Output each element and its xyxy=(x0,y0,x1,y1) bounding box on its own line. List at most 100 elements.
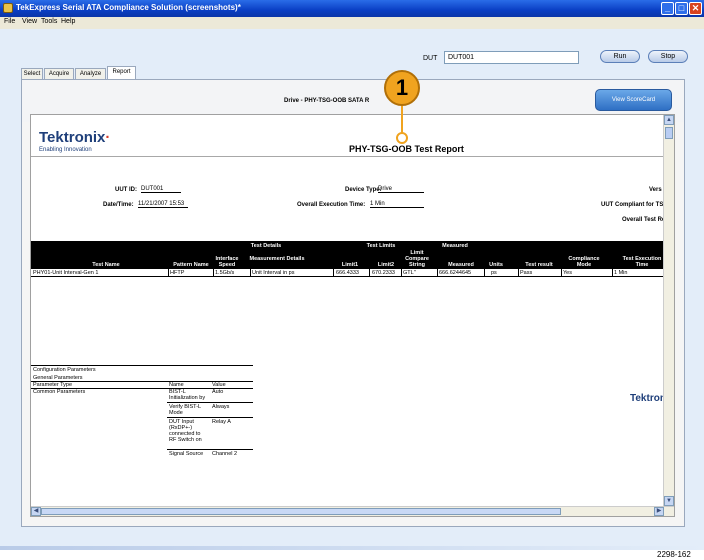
cell-units: ps xyxy=(491,270,497,276)
dut-input[interactable]: DUT001 xyxy=(444,51,579,64)
config-name: Signal Source xyxy=(169,451,204,457)
figure-number: 2298-162 xyxy=(657,550,691,559)
menu-help[interactable]: Help xyxy=(61,18,75,25)
cell-test-name: PHY01-Unit Interval-Gen 1 xyxy=(33,270,99,276)
cell-compare-string: GTL" xyxy=(403,270,416,276)
cell-compliance-mode: Yes xyxy=(563,270,572,276)
group-measured: Measured xyxy=(442,243,468,249)
device-type-value: Drive xyxy=(378,186,424,193)
vertical-scrollbar[interactable]: ▲ ▼ xyxy=(663,115,674,507)
col-limit2: Limit2 xyxy=(377,262,395,268)
uut-id-value: DUT001 xyxy=(141,186,181,193)
cell-execution-time: 1 Min xyxy=(614,270,628,276)
menu-view[interactable]: View xyxy=(22,18,37,25)
device-type-label: Device Type: xyxy=(345,187,382,193)
work-area: DUT DUT001 Run Stop Select Acquire Analy… xyxy=(0,29,704,550)
view-scorecard-button[interactable]: View ScoreCard xyxy=(595,89,672,111)
run-button[interactable]: Run xyxy=(600,50,640,63)
maximize-button[interactable]: □ xyxy=(675,2,688,15)
scroll-right-icon[interactable]: ▶ xyxy=(654,507,664,516)
header-divider xyxy=(31,156,665,157)
footer-bar xyxy=(0,546,704,550)
col-pattern-name: Pattern Name xyxy=(173,262,209,268)
execution-time-label: Overall Execution Time: xyxy=(297,202,366,208)
window-title: TekExpress Serial ATA Compliance Solutio… xyxy=(16,3,241,12)
callout-target xyxy=(396,132,408,144)
stop-button[interactable]: Stop xyxy=(648,50,688,63)
cell-measured: 666.6244645 xyxy=(439,270,472,276)
group-test-limits: Test Limits xyxy=(366,243,396,249)
config-name: Verify BIST-L Mode xyxy=(169,404,201,416)
report-title: PHY-TSG-OOB Test Report xyxy=(349,144,464,154)
logo-tagline: Enabling Innovation xyxy=(39,147,92,153)
tab-select[interactable]: Select xyxy=(21,68,43,79)
cell-divider xyxy=(612,269,613,277)
config-rule xyxy=(167,449,253,450)
tab-acquire[interactable]: Acquire xyxy=(44,68,74,79)
config-value: Always xyxy=(212,404,230,410)
col-limit1: Limit1 xyxy=(341,262,359,268)
col-execution-time: Test Execution Time xyxy=(622,256,662,268)
report-panel: Drive - PHY-TSG-OOB SATA R View ScoreCar… xyxy=(21,79,685,527)
table-row: PHY01-Unit Interval-Gen 1 HFTP 1.5Gb/s U… xyxy=(31,269,665,277)
horizontal-scroll-thumb[interactable] xyxy=(41,508,561,515)
callout-leader xyxy=(401,106,403,134)
col-units: Units xyxy=(489,262,503,268)
cell-measurement-details: Unit Interval in ps xyxy=(252,270,295,276)
group-test-details: Test Details xyxy=(250,243,282,249)
cell-divider xyxy=(369,269,370,277)
close-button[interactable]: ✕ xyxy=(689,2,702,15)
minimize-button[interactable]: _ xyxy=(661,2,674,15)
scroll-down-icon[interactable]: ▼ xyxy=(664,496,674,506)
config-title: Configuration Parameters xyxy=(33,367,96,373)
tab-analyze[interactable]: Analyze xyxy=(75,68,106,79)
col-compliance-mode: Compliance Mode xyxy=(568,256,600,268)
config-rule xyxy=(167,402,253,403)
config-rule xyxy=(31,365,253,366)
report-viewer[interactable]: Tektronix· Enabling Innovation PHY-TSG-O… xyxy=(30,114,675,517)
tektronix-logo: Tektronix· xyxy=(39,129,111,146)
date-time-label: Date/Time: xyxy=(103,202,134,208)
uut-id-label: UUT ID: xyxy=(115,187,137,193)
col-test-result: Test result xyxy=(525,262,553,268)
app-icon xyxy=(3,3,13,13)
vertical-scroll-thumb[interactable] xyxy=(665,127,673,139)
cell-limit1: 666.4333 xyxy=(336,270,359,276)
col-test-name: Test Name xyxy=(92,262,120,268)
menu-file[interactable]: File xyxy=(4,18,15,25)
dut-label: DUT xyxy=(423,55,438,62)
config-rule xyxy=(167,417,253,418)
drive-label: Drive - PHY-TSG-OOB SATA R xyxy=(284,98,370,104)
col-measured: Measured xyxy=(448,262,474,268)
callout-marker: 1 xyxy=(384,70,420,106)
horizontal-scrollbar[interactable]: ◀ ▶ xyxy=(31,506,674,516)
config-value: Auto xyxy=(212,389,224,395)
cell-divider xyxy=(333,269,334,277)
menu-bar: File View Tools Help xyxy=(0,17,704,29)
config-value: Relay A xyxy=(212,419,231,425)
col-measurement-details: Measurement Details xyxy=(249,256,305,262)
cell-limit2: 670.2333 xyxy=(372,270,395,276)
tab-report[interactable]: Report xyxy=(107,66,136,79)
cell-test-result: Pass xyxy=(520,270,533,276)
date-time-value: 11/21/2007 15:53 xyxy=(138,201,188,208)
cell-divider xyxy=(484,269,485,277)
cell-divider xyxy=(401,269,402,277)
execution-time-value: 1 Min xyxy=(370,201,424,208)
menu-tools[interactable]: Tools xyxy=(41,18,57,25)
scroll-left-icon[interactable]: ◀ xyxy=(31,507,41,516)
version-label: Vers xyxy=(649,187,662,193)
scroll-up-icon[interactable]: ▲ xyxy=(664,115,674,125)
col-limit-compare-string: Limit Compare String xyxy=(405,250,429,268)
config-group: Common Parameters xyxy=(33,389,86,395)
config-name: BIST-L Initialization by xyxy=(169,389,206,401)
cell-interface-speed: 1.5Gb/s xyxy=(215,270,235,276)
config-value: Channel 2 xyxy=(212,451,238,457)
cell-divider xyxy=(561,269,562,277)
overall-result-label: Overall Test Res xyxy=(622,217,669,223)
title-bar: TekExpress Serial ATA Compliance Solutio… xyxy=(0,0,704,17)
cell-pattern-name: HFTP xyxy=(170,270,185,276)
results-table-header: Test Details Test Limits Measured Test N… xyxy=(31,241,665,269)
config-rule xyxy=(31,381,253,382)
cell-divider xyxy=(437,269,438,277)
